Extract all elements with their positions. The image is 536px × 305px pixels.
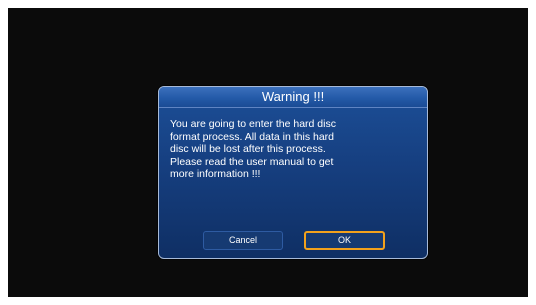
ok-button[interactable]: OK: [304, 231, 385, 250]
dialog-message: You are going to enter the hard disc for…: [170, 118, 336, 180]
tv-screen: Warning !!! You are going to enter the h…: [8, 8, 528, 297]
dialog-title: Warning !!!: [159, 87, 427, 108]
cancel-button[interactable]: Cancel: [203, 231, 283, 250]
warning-dialog: Warning !!! You are going to enter the h…: [158, 86, 428, 259]
